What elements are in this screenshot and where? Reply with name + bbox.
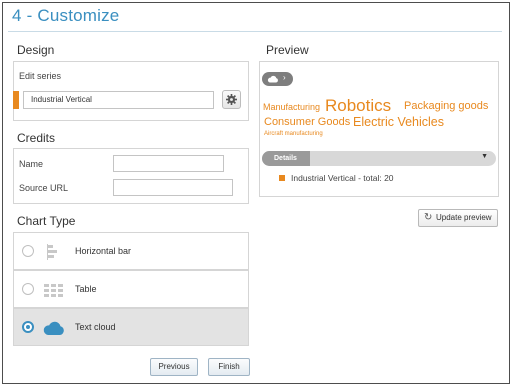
cloud-word-robotics: Robotics (325, 96, 392, 115)
gear-icon (226, 94, 237, 105)
cloud-word-packaging-goods: Packaging goods (404, 100, 489, 112)
title-divider (8, 31, 502, 32)
previous-button[interactable]: Previous (150, 358, 198, 376)
finish-button[interactable]: Finish (208, 358, 250, 376)
source-url-input[interactable] (113, 179, 233, 196)
chart-type-option-table[interactable]: Table (13, 270, 249, 308)
chart-type-label: Text cloud (75, 322, 116, 332)
chart-type-option-text-cloud[interactable]: Text cloud (13, 308, 249, 346)
cloud-icon (43, 321, 64, 335)
refresh-icon: ↻ (424, 212, 433, 223)
horizontal-bar-icon (47, 244, 57, 260)
source-url-label: Source URL (19, 183, 69, 193)
chart-type-label: Horizontal bar (75, 246, 132, 256)
radio-table[interactable] (22, 283, 34, 295)
series-color-marker (13, 91, 19, 109)
details-label: Details (262, 151, 310, 166)
legend-text: Industrial Vertical - total: 20 (291, 173, 394, 183)
series-select[interactable]: Industrial Vertical (23, 91, 214, 109)
radio-text-cloud[interactable] (22, 321, 34, 333)
chevron-right-icon: › (283, 73, 286, 82)
chart-type-option-horizontal-bar[interactable]: Horizontal bar (13, 232, 249, 270)
cloud-icon (267, 75, 278, 83)
table-icon (44, 284, 63, 297)
design-heading: Design (17, 43, 55, 57)
cloud-word-electric-vehicles: Electric Vehicles (353, 115, 445, 129)
cloud-word-consumer-goods: Consumer Goods (264, 116, 351, 128)
cloud-word-aircraft-manufacturing: Aircraft manufacturing (264, 131, 323, 137)
chart-type-heading: Chart Type (17, 214, 76, 228)
credits-heading: Credits (17, 131, 56, 145)
legend-swatch (279, 175, 285, 181)
caret-down-icon: ▼ (481, 153, 488, 160)
name-label: Name (19, 159, 44, 169)
details-dropdown[interactable]: Details ▼ (262, 151, 496, 166)
preview-heading: Preview (266, 43, 309, 57)
name-input[interactable] (113, 155, 224, 172)
radio-horizontal-bar[interactable] (22, 245, 34, 257)
chart-type-label: Table (75, 284, 97, 294)
update-preview-button[interactable]: ↻ Update preview (418, 209, 498, 227)
chart-type-pill[interactable]: › (262, 72, 293, 86)
series-settings-button[interactable] (222, 90, 241, 109)
page-title: 4 - Customize (12, 6, 120, 25)
edit-series-label: Edit series (19, 71, 62, 81)
cloud-word-manufacturing: Manufacturing (263, 102, 321, 112)
update-preview-label: Update preview (436, 213, 492, 222)
